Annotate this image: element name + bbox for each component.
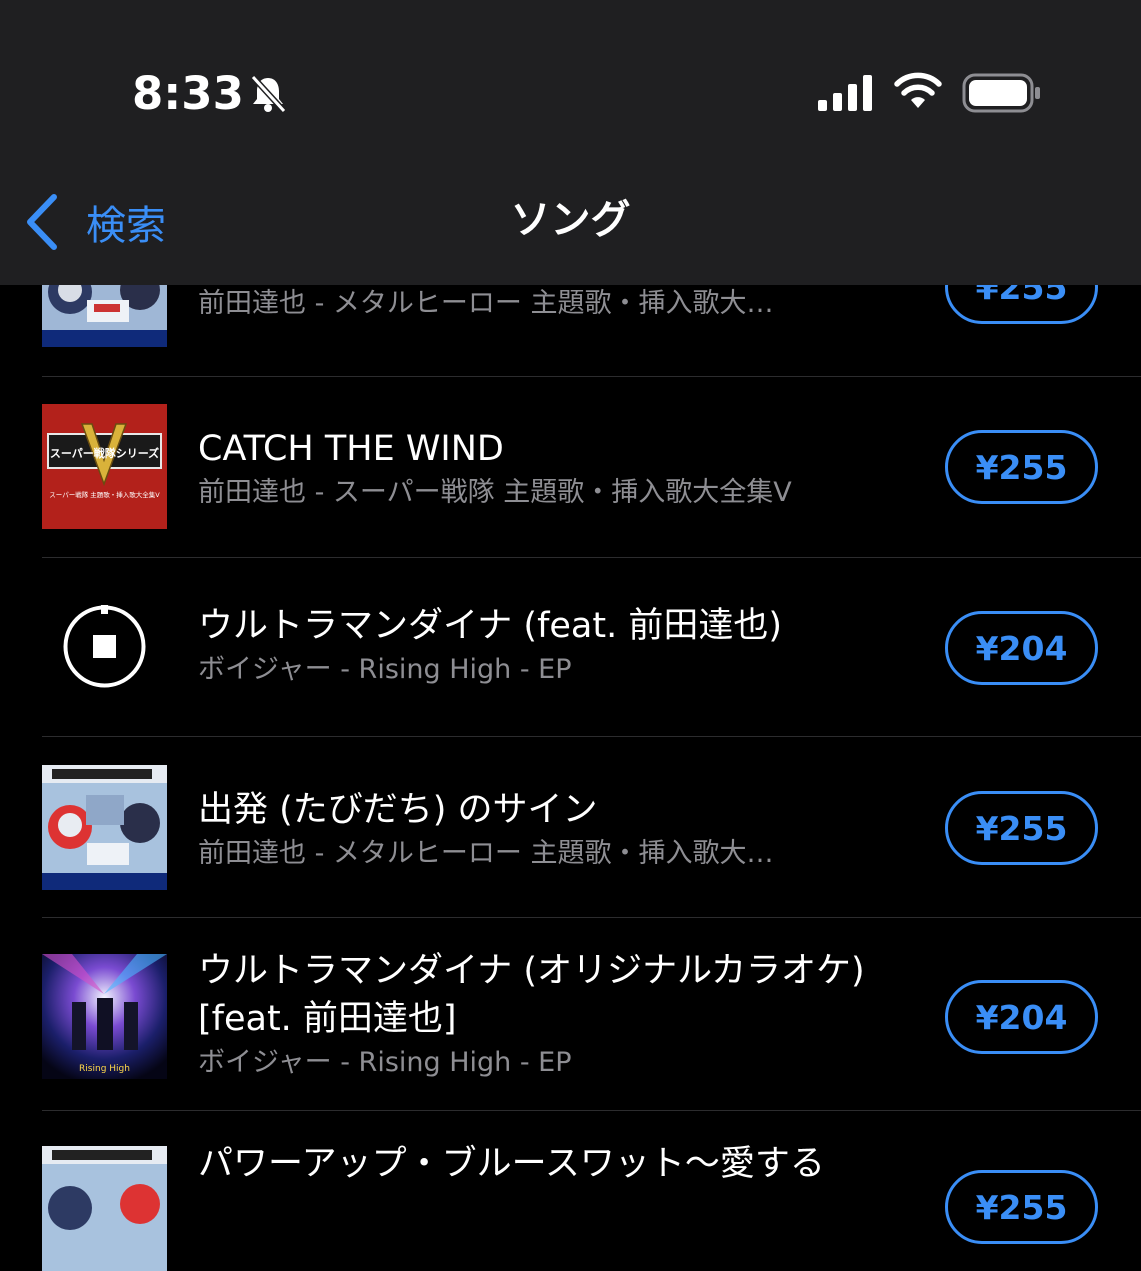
song-subtitle: ボイジャー - Rising High - EP — [198, 654, 572, 685]
song-row[interactable]: 出発 (たびだち) のサイン 前田達也 - メタルヒーロー 主題歌・挿入歌大… … — [0, 736, 1141, 917]
song-title: ウルトラマンダイナ (オリジナルカラオケ) [feat. 前田達也] — [198, 951, 865, 1039]
rising-high-caption: Rising High — [79, 1064, 130, 1074]
price-button[interactable]: ¥255 — [945, 791, 1098, 865]
album-artwork: Rising High — [42, 954, 167, 1079]
cellular-signal-icon — [818, 75, 872, 111]
song-title: ウルトラマンダイナ (feat. 前田達也) — [198, 606, 783, 646]
bell-slash-icon — [250, 74, 287, 114]
song-row[interactable]: ウルトラマンダイナ (feat. 前田達也) ボイジャー - Rising Hi… — [0, 557, 1141, 736]
song-subtitle: 前田達也 - メタルヒーロー 主題歌・挿入歌大… — [198, 838, 774, 869]
song-title: パワーアップ・ブルースワット〜愛する — [198, 1144, 825, 1184]
album-artwork — [42, 1146, 167, 1271]
song-title: CATCH THE WIND — [198, 429, 504, 469]
album-artwork: スーパー戦隊シリーズ スーパー戦隊 主題歌・挿入歌大全集Ⅴ — [42, 404, 167, 529]
song-title: 出発 (たびだち) のサイン — [198, 790, 598, 830]
status-time: 8:33 — [132, 67, 244, 120]
super-sentai-caption: スーパー戦隊 主題歌・挿入歌大全集Ⅴ — [49, 490, 160, 499]
price-button[interactable]: ¥255 — [945, 1170, 1098, 1244]
song-row[interactable]: スーパー戦隊シリーズ スーパー戦隊 主題歌・挿入歌大全集Ⅴ CATCH THE … — [0, 376, 1141, 557]
navigation-header: 8:33 検索 ソング — [0, 0, 1141, 285]
song-row[interactable]: パワーアップ・ブルースワット〜愛する ¥255 — [0, 1110, 1141, 1271]
super-sentai-logo-text: スーパー戦隊シリーズ — [50, 446, 159, 460]
price-button[interactable]: ¥204 — [945, 611, 1098, 685]
stop-download-icon[interactable] — [42, 584, 167, 709]
song-subtitle: ボイジャー - Rising High - EP — [198, 1047, 572, 1078]
price-button[interactable]: ¥204 — [945, 980, 1098, 1054]
album-artwork — [42, 765, 167, 890]
price-button[interactable]: ¥255 — [945, 430, 1098, 504]
song-subtitle: 前田達也 - メタルヒーロー 主題歌・挿入歌大… — [198, 288, 774, 319]
battery-icon — [962, 73, 1040, 113]
page-title: ソング — [510, 197, 631, 243]
wifi-icon — [894, 72, 942, 108]
song-subtitle: 前田達也 - スーパー戦隊 主題歌・挿入歌大全集Ⅴ — [198, 477, 792, 508]
song-row[interactable]: Rising High ウルトラマンダイナ (オリジナルカラオケ) [feat.… — [0, 917, 1141, 1110]
